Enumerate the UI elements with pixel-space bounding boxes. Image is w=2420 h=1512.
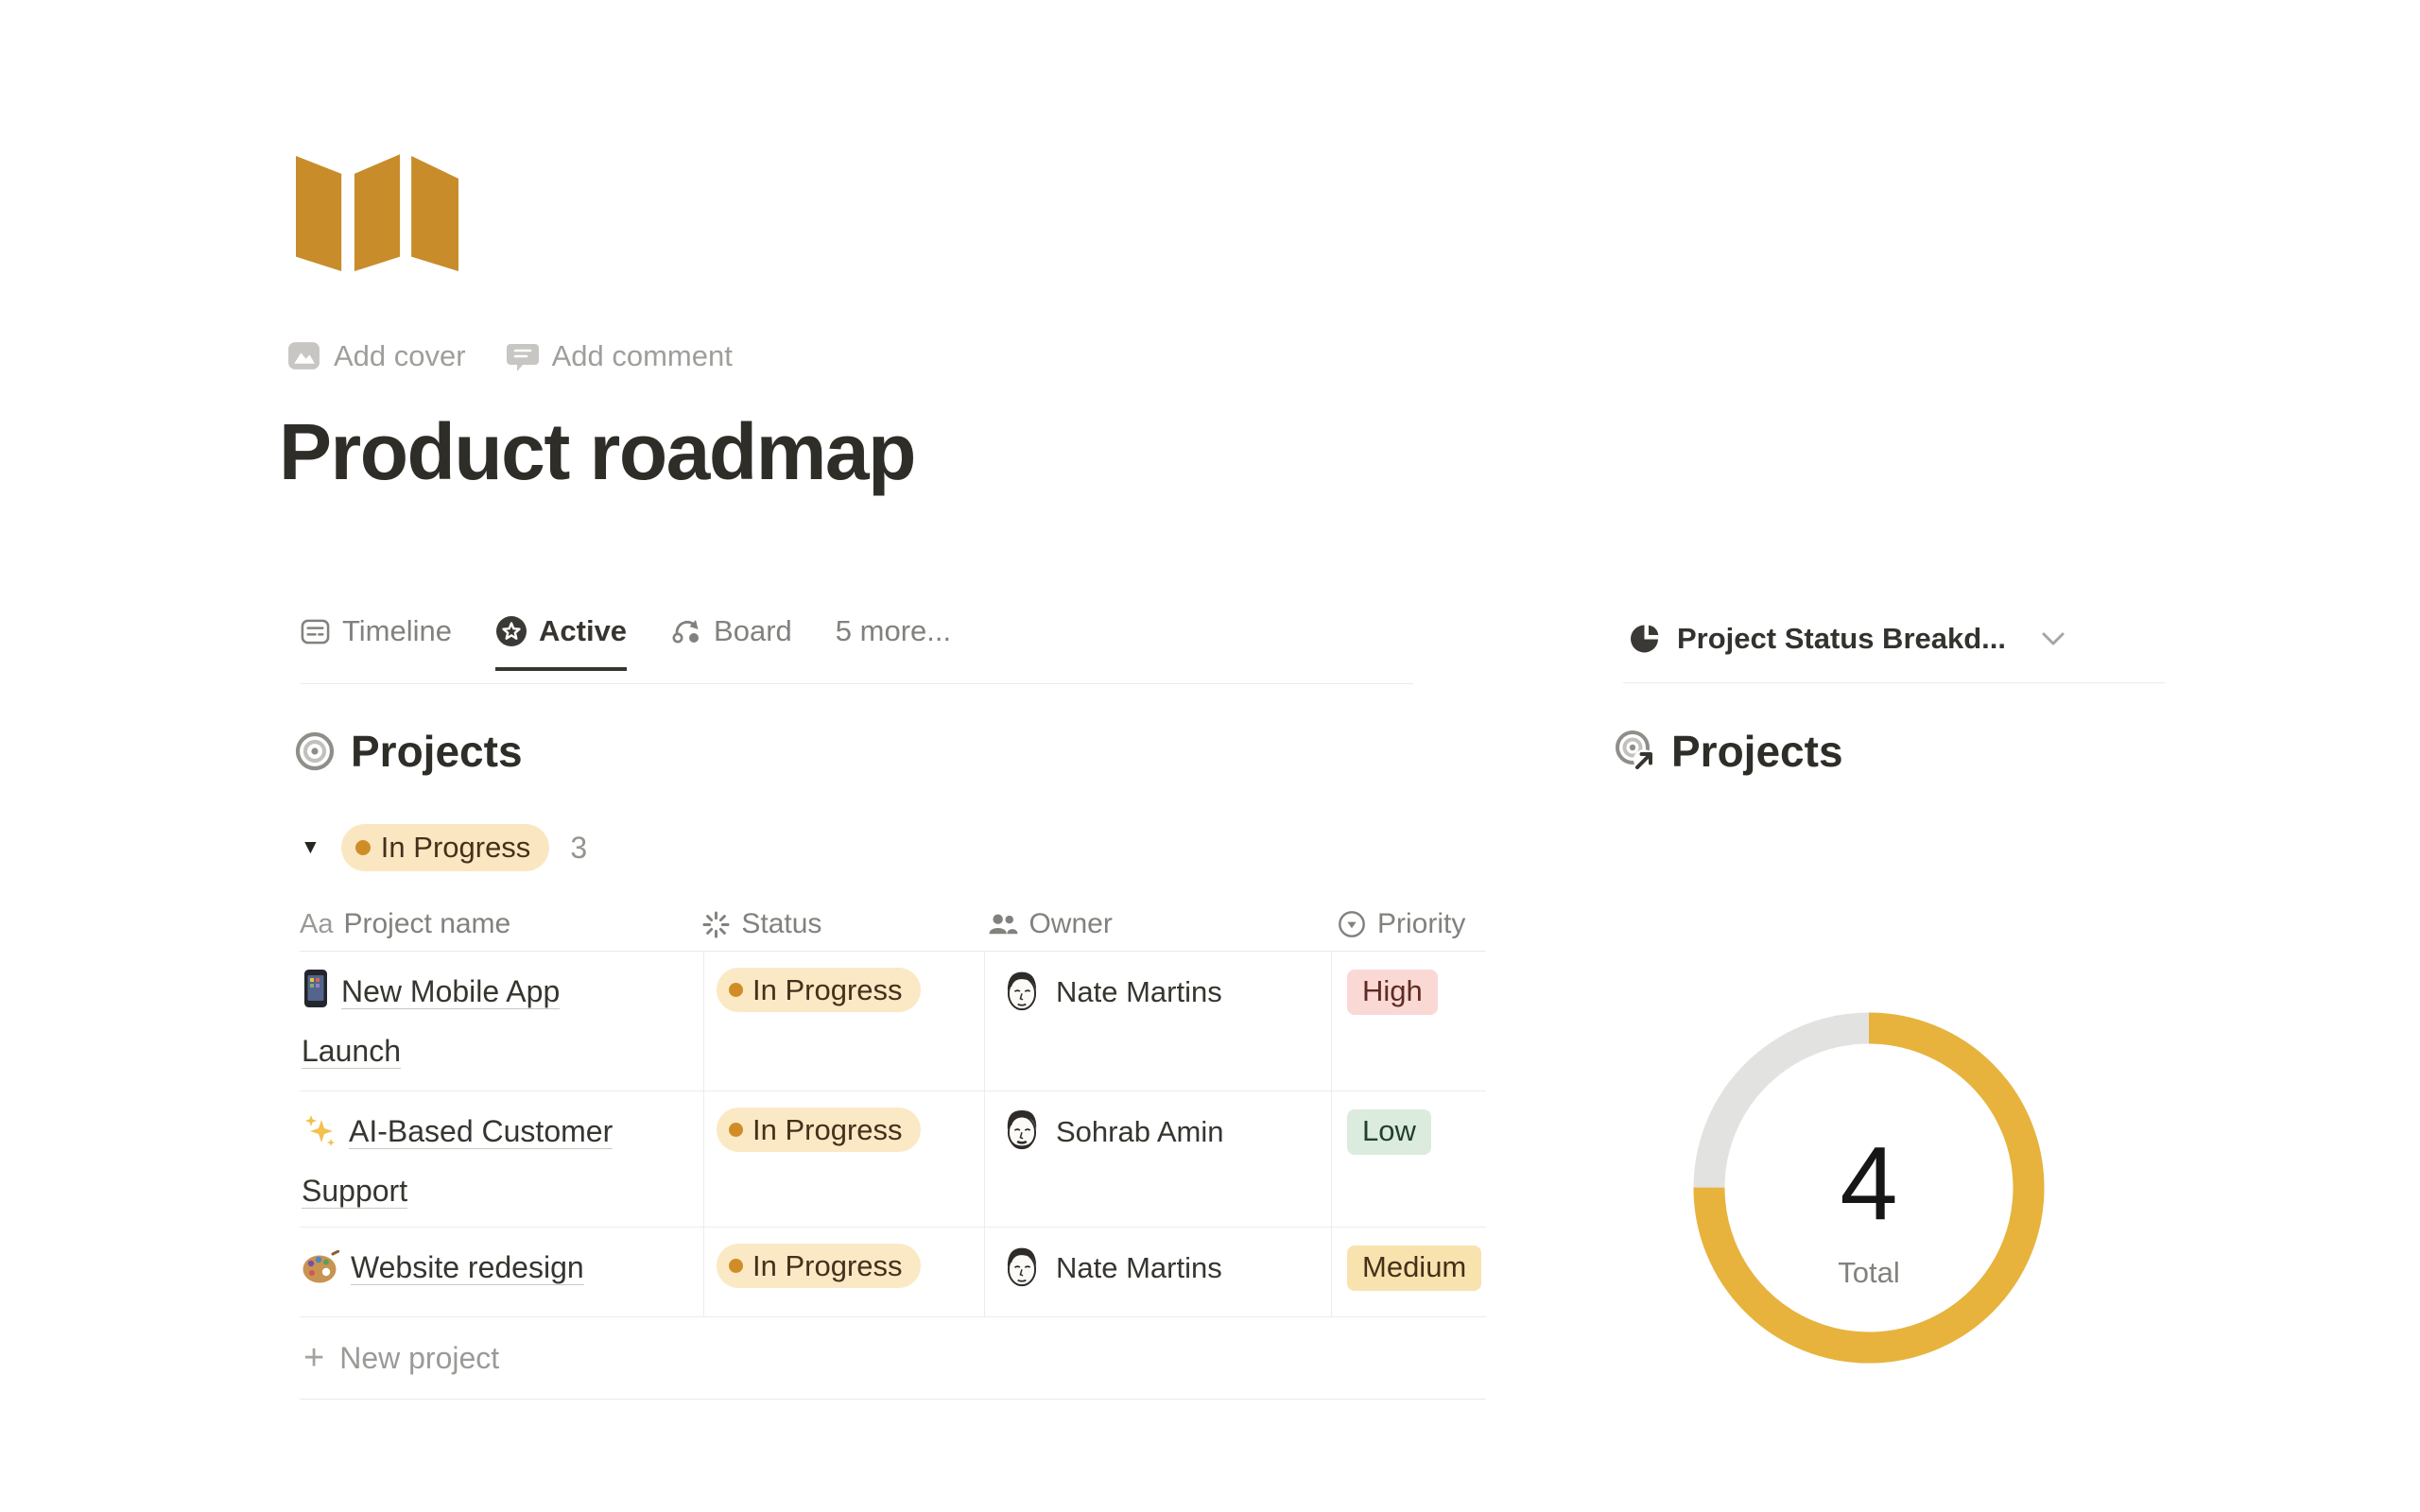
timeline-icon (300, 616, 331, 647)
cell-project-name[interactable]: Website redesign (300, 1228, 703, 1316)
column-header-status[interactable]: Status (688, 898, 972, 951)
table-row[interactable]: AI-Based Customer Support In Progress So… (300, 1091, 1486, 1228)
sparkles-icon (302, 1112, 337, 1148)
priority-pill-high: High (1347, 970, 1438, 1015)
donut-total-value: 4 (1680, 1124, 2058, 1244)
cell-priority[interactable]: Low (1331, 1091, 1486, 1227)
projects-title[interactable]: Projects (351, 726, 523, 777)
chart-view-selector[interactable]: Project Status Breakd... (1629, 622, 2066, 656)
target-icon (294, 730, 336, 772)
add-comment-label: Add comment (552, 339, 733, 373)
tab-more-label: 5 more... (836, 614, 951, 648)
add-cover-button[interactable]: Add cover (286, 338, 466, 373)
column-header-project-name[interactable]: Aa Project name (300, 898, 688, 951)
avatar-nate-martins (1000, 1241, 1044, 1290)
chart-projects-title[interactable]: Projects (1671, 726, 1843, 777)
tab-active[interactable]: Active (495, 614, 627, 671)
chart-section-header: Projects (1612, 726, 1843, 777)
column-header-priority[interactable]: Priority (1322, 898, 1486, 951)
tab-more[interactable]: 5 more... (836, 614, 951, 671)
status-spinner-icon (701, 910, 731, 939)
view-tabs: Timeline Active Board 5 more... (300, 614, 1413, 684)
projects-section-header: Projects (294, 726, 523, 777)
circle-triangle-icon (1337, 909, 1367, 939)
image-icon (286, 338, 321, 373)
status-dot (355, 840, 371, 855)
new-project-label: New project (339, 1341, 499, 1376)
table-row[interactable]: Website redesign In Progress Nate Martin… (300, 1228, 1486, 1317)
status-dot (729, 1259, 743, 1273)
mobile-phone-icon (302, 969, 330, 1008)
cell-priority[interactable]: High (1331, 952, 1486, 1091)
target-arrow-icon (1612, 728, 1659, 775)
page-title[interactable]: Product roadmap (279, 406, 915, 498)
pie-chart-icon (1629, 622, 1663, 656)
cell-status[interactable]: In Progress (703, 1228, 984, 1316)
tab-board-label: Board (714, 614, 792, 648)
avatar-nate-martins (1000, 965, 1044, 1014)
status-dot (729, 983, 743, 997)
column-header-owner[interactable]: Owner (972, 898, 1322, 951)
cell-owner[interactable]: Nate Martins (984, 952, 1331, 1091)
page-icon-map[interactable] (296, 154, 458, 278)
group-status-pill[interactable]: In Progress (341, 824, 550, 871)
plus-icon: + (303, 1340, 324, 1376)
add-comment-button[interactable]: Add comment (506, 338, 733, 373)
cell-owner[interactable]: Sohrab Amin (984, 1091, 1331, 1227)
cell-project-name[interactable]: New Mobile App Launch (300, 952, 703, 1091)
status-dot (729, 1123, 743, 1137)
add-cover-label: Add cover (334, 339, 466, 373)
people-icon (987, 910, 1018, 939)
donut-total-label: Total (1680, 1256, 2058, 1290)
priority-pill-medium: Medium (1347, 1246, 1481, 1291)
board-icon (670, 615, 702, 647)
cell-status[interactable]: In Progress (703, 952, 984, 1091)
cell-priority[interactable]: Medium (1331, 1228, 1486, 1316)
text-type-icon: Aa (300, 909, 333, 940)
notion-page: Add cover Add comment Product roadmap Ti… (0, 0, 2420, 1512)
chart-view-label: Project Status Breakd... (1677, 622, 2006, 656)
palette-icon (302, 1250, 339, 1284)
chevron-down-icon (2041, 631, 2066, 646)
projects-table: Aa Project name Status (300, 898, 1486, 1400)
group-count: 3 (570, 831, 587, 866)
cell-project-name[interactable]: AI-Based Customer Support (300, 1091, 703, 1227)
star-circle-icon (495, 615, 527, 647)
tab-active-label: Active (539, 614, 627, 648)
tab-timeline-label: Timeline (342, 614, 452, 648)
table-header-row: Aa Project name Status (300, 898, 1486, 952)
page-meta-actions: Add cover Add comment (286, 338, 733, 373)
group-status-label: In Progress (381, 831, 531, 865)
group-toggle-icon[interactable]: ▼ (301, 836, 320, 859)
new-project-button[interactable]: + New project (300, 1317, 1486, 1400)
tab-board[interactable]: Board (670, 614, 792, 671)
donut-chart[interactable]: 4 Total (1680, 999, 2058, 1377)
cell-owner[interactable]: Nate Martins (984, 1228, 1331, 1316)
avatar-sohrab-amin (1000, 1105, 1044, 1154)
tab-timeline[interactable]: Timeline (300, 614, 452, 671)
cell-status[interactable]: In Progress (703, 1091, 984, 1227)
table-row[interactable]: New Mobile App Launch In Progress Nate M… (300, 952, 1486, 1091)
priority-pill-low: Low (1347, 1109, 1431, 1155)
right-panel-divider (1623, 682, 2165, 683)
group-header-in-progress: ▼ In Progress 3 (301, 824, 587, 871)
map-icon (296, 154, 458, 273)
comment-icon (506, 339, 540, 373)
